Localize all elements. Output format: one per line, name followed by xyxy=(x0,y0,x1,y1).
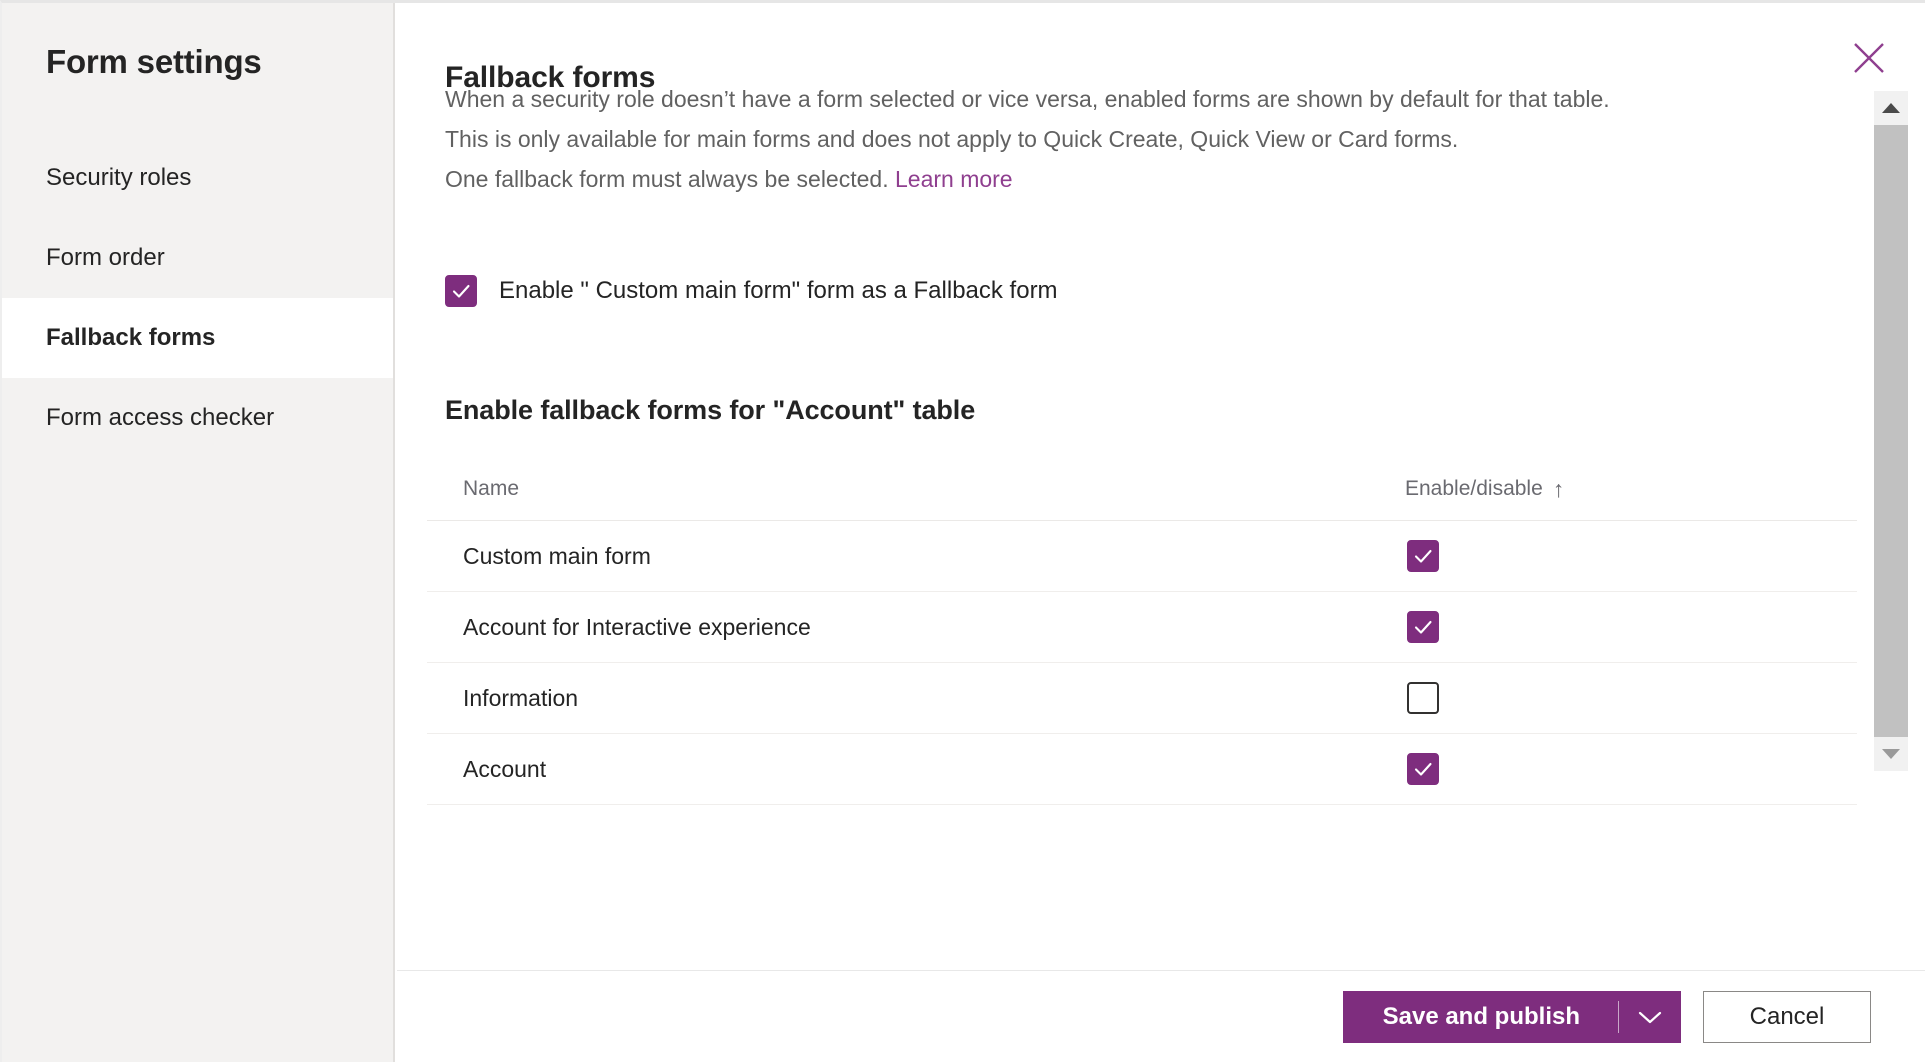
table-row[interactable]: Account xyxy=(427,734,1857,805)
form-settings-dialog: Form settings Security roles Form order … xyxy=(0,0,1925,1062)
learn-more-link[interactable]: Learn more xyxy=(895,166,1013,192)
row-enable-checkbox[interactable] xyxy=(1407,753,1439,785)
scrollbar-thumb[interactable] xyxy=(1874,125,1908,737)
row-enable-checkbox[interactable] xyxy=(1407,540,1439,572)
sidebar: Form settings Security roles Form order … xyxy=(2,3,395,1062)
description-line-3-text: One fallback form must always be selecte… xyxy=(445,166,889,192)
sort-ascending-icon: ↑ xyxy=(1553,478,1565,501)
sidebar-item-label: Form access checker xyxy=(46,404,274,432)
sidebar-nav: Security roles Form order Fallback forms… xyxy=(2,138,393,458)
sidebar-item-security-roles[interactable]: Security roles xyxy=(2,138,393,218)
close-icon xyxy=(1852,41,1886,75)
table-header-row: Name Enable/disable ↑ xyxy=(427,458,1857,521)
table-row[interactable]: Custom main form xyxy=(427,521,1857,592)
fallback-forms-table: Name Enable/disable ↑ Custom main form xyxy=(427,458,1857,805)
master-fallback-checkbox[interactable] xyxy=(445,275,477,307)
row-name: Account for Interactive experience xyxy=(427,614,1047,641)
section-heading: Enable fallback forms for "Account" tabl… xyxy=(445,395,975,426)
master-fallback-checkbox-row[interactable]: Enable " Custom main form" form as a Fal… xyxy=(445,275,1058,307)
row-name: Information xyxy=(427,685,1047,712)
vertical-scrollbar[interactable] xyxy=(1874,91,1908,771)
row-enable-cell xyxy=(1047,540,1857,572)
main-panel: Fallback forms When a security role does… xyxy=(397,3,1925,1062)
sidebar-item-fallback-forms[interactable]: Fallback forms xyxy=(2,298,393,378)
column-header-enable-disable-label: Enable/disable xyxy=(1405,477,1543,501)
check-icon xyxy=(450,280,472,302)
triangle-up-icon xyxy=(1882,103,1900,114)
scrollbar-up-button[interactable] xyxy=(1874,91,1908,125)
dialog-footer: Save and publish Cancel xyxy=(397,970,1925,1062)
column-header-enable-disable[interactable]: Enable/disable ↑ xyxy=(1047,477,1857,501)
row-name: Custom main form xyxy=(427,543,1047,570)
page-title: Form settings xyxy=(46,43,262,81)
row-enable-cell xyxy=(1047,611,1857,643)
row-enable-checkbox[interactable] xyxy=(1407,682,1439,714)
cancel-button[interactable]: Cancel xyxy=(1703,991,1871,1043)
scrollbar-down-button[interactable] xyxy=(1874,737,1908,771)
triangle-down-icon xyxy=(1882,749,1900,760)
description-line-2: This is only available for main forms an… xyxy=(445,119,1765,159)
check-icon xyxy=(1412,616,1434,638)
sidebar-item-label: Fallback forms xyxy=(46,324,215,352)
sidebar-item-label: Form order xyxy=(46,244,165,272)
column-header-name[interactable]: Name xyxy=(427,477,1047,501)
save-and-publish-menu-button[interactable] xyxy=(1619,991,1681,1043)
master-fallback-checkbox-label: Enable " Custom main form" form as a Fal… xyxy=(499,277,1058,305)
sidebar-item-label: Security roles xyxy=(46,164,191,192)
sidebar-item-form-order[interactable]: Form order xyxy=(2,218,393,298)
row-name: Account xyxy=(427,756,1047,783)
close-button[interactable] xyxy=(1845,34,1893,82)
save-and-publish-split-button[interactable]: Save and publish xyxy=(1343,991,1681,1043)
chevron-down-icon xyxy=(1637,1009,1663,1025)
table-row[interactable]: Account for Interactive experience xyxy=(427,592,1857,663)
description-line-1: When a security role doesn’t have a form… xyxy=(445,79,1765,119)
check-icon xyxy=(1412,545,1434,567)
sidebar-item-form-access-checker[interactable]: Form access checker xyxy=(2,378,393,458)
save-and-publish-button[interactable]: Save and publish xyxy=(1343,991,1618,1043)
row-enable-cell xyxy=(1047,682,1857,714)
description-line-3: One fallback form must always be selecte… xyxy=(445,159,1765,199)
panel-description: When a security role doesn’t have a form… xyxy=(445,79,1765,199)
table-row[interactable]: Information xyxy=(427,663,1857,734)
row-enable-cell xyxy=(1047,753,1857,785)
check-icon xyxy=(1412,758,1434,780)
row-enable-checkbox[interactable] xyxy=(1407,611,1439,643)
